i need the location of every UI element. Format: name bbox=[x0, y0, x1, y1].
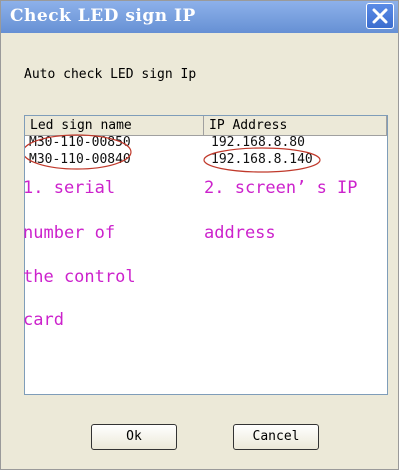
ok-button[interactable]: Ok bbox=[91, 424, 177, 450]
annotation-serial-line-3: the control bbox=[23, 267, 136, 287]
annotation-serial-line-4: card bbox=[23, 310, 64, 330]
cancel-button[interactable]: Cancel bbox=[233, 424, 319, 450]
close-icon bbox=[372, 8, 388, 24]
led-sign-list[interactable]: Led sign name IP Address M30-110-00850 1… bbox=[23, 115, 388, 395]
check-led-dialog: Check LED sign IP Auto check LED sign Ip… bbox=[0, 0, 399, 470]
highlight-ovals bbox=[25, 134, 321, 173]
annotation-ip-line-1: 2. screen’ s IP bbox=[204, 178, 358, 198]
annotation-serial-line-2: number of bbox=[23, 223, 116, 243]
close-button[interactable] bbox=[366, 3, 394, 29]
name-highlight-oval bbox=[25, 134, 132, 170]
annotation-serial-line-1: 1. serial bbox=[23, 178, 116, 198]
window-title: Check LED sign IP bbox=[10, 6, 196, 26]
annotation-ip-line-2: address bbox=[204, 223, 276, 243]
title-bar[interactable]: Check LED sign IP bbox=[1, 1, 398, 33]
ip-highlight-oval bbox=[203, 147, 321, 173]
dialog-subtitle: Auto check LED sign Ip bbox=[24, 67, 197, 82]
